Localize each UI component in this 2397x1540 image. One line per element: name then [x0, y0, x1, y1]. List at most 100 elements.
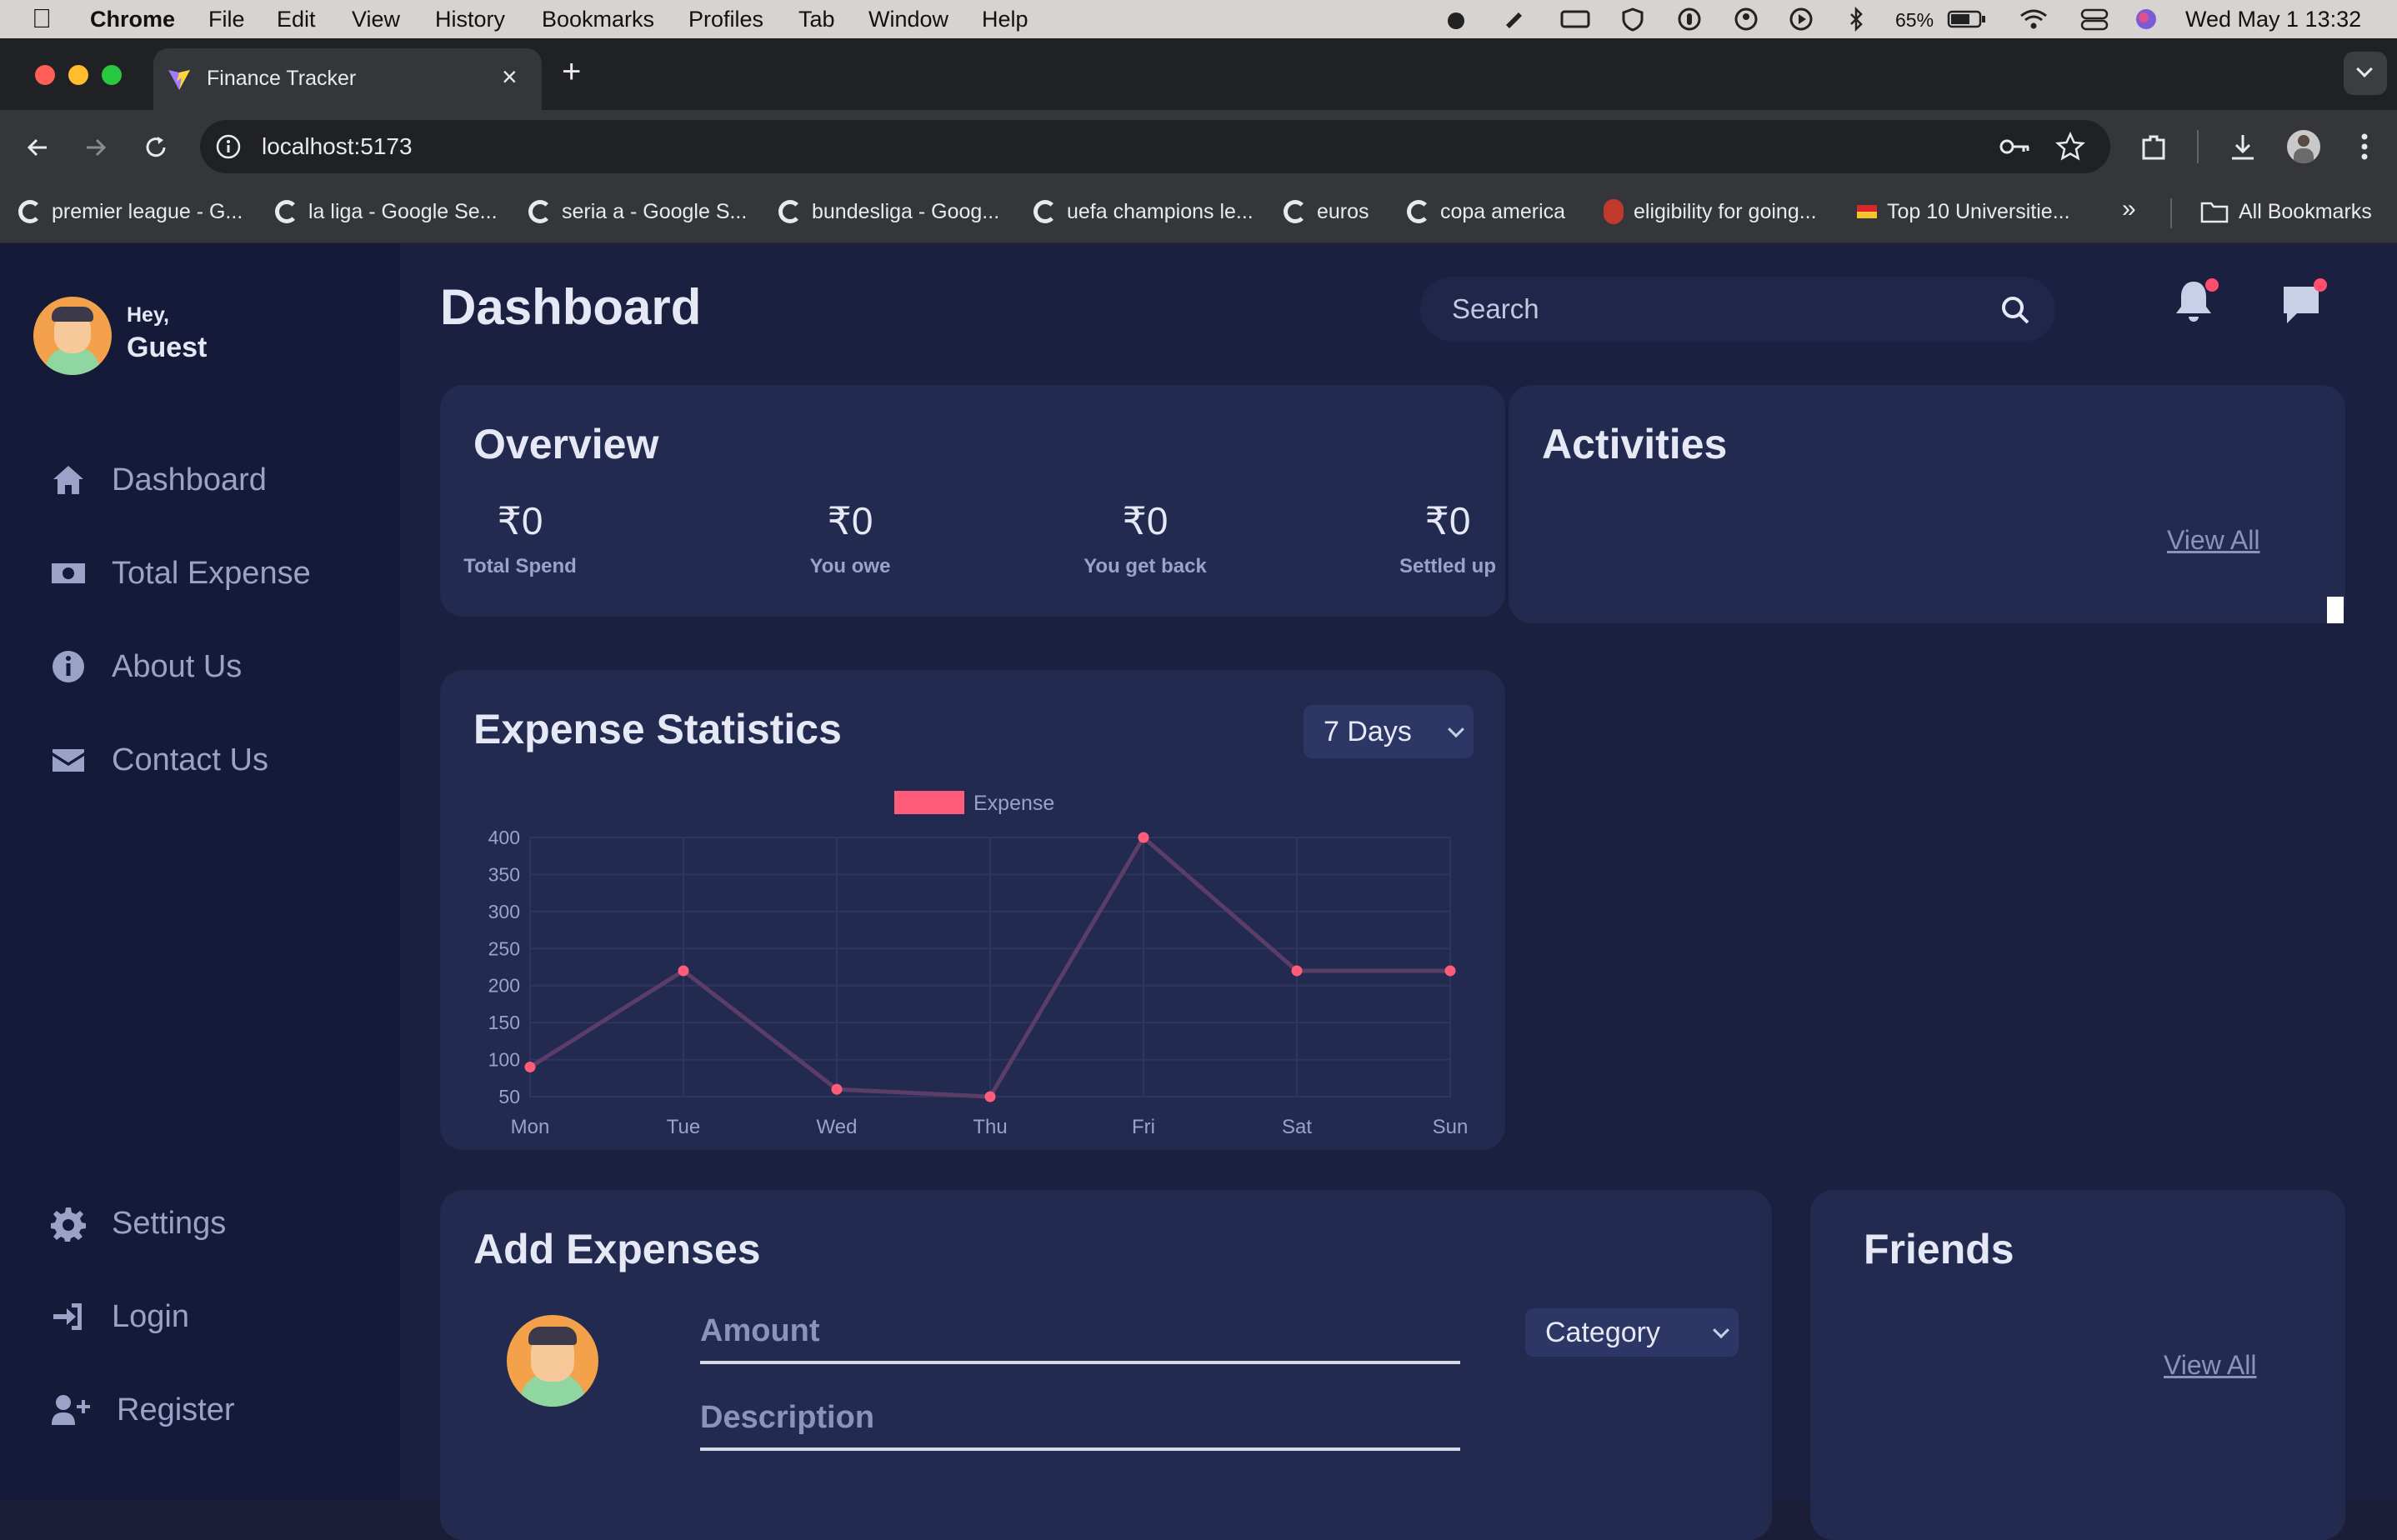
- sidebar-item-about-us[interactable]: About Us: [50, 648, 242, 685]
- notification-button[interactable]: [2172, 278, 2219, 328]
- amount-field[interactable]: Amount: [700, 1313, 1460, 1364]
- menu-bookmarks[interactable]: Bookmarks: [542, 7, 654, 32]
- menu-history[interactable]: History: [435, 7, 505, 32]
- siri-icon[interactable]: [2134, 7, 2159, 32]
- menu-app-name[interactable]: Chrome: [90, 7, 175, 32]
- google-icon: [528, 200, 552, 223]
- stat-label: You get back: [1083, 555, 1207, 578]
- download-icon[interactable]: [2227, 132, 2259, 163]
- envelope-icon: [53, 749, 84, 772]
- stat-value: ₹0: [497, 499, 543, 542]
- friends-title: Friends: [1864, 1226, 2014, 1272]
- battery-icon[interactable]: [1947, 7, 1987, 32]
- overview-title: Overview: [473, 421, 659, 468]
- sidebar-item-contact-us[interactable]: Contact Us: [50, 742, 268, 778]
- search-icon[interactable]: [2000, 295, 2030, 325]
- bookmark-star-icon[interactable]: [2055, 132, 2085, 162]
- bluetooth-icon[interactable]: [1844, 7, 1869, 32]
- menu-edit[interactable]: Edit: [277, 7, 316, 32]
- google-icon: [1284, 200, 1307, 223]
- macos-menu-bar:  Chrome File Edit View History Bookmark…: [0, 0, 2397, 38]
- friends-view-all-link[interactable]: View All: [2164, 1350, 2256, 1381]
- overview-card: Overview ₹0 Total Spend ₹0 You owe ₹0 Yo…: [440, 385, 1505, 617]
- window-minimize-button[interactable]: [68, 65, 88, 85]
- tab-close-icon[interactable]: ×: [502, 62, 518, 92]
- scroll-indicator[interactable]: [2327, 597, 2344, 623]
- search-input[interactable]: Search: [1452, 293, 1539, 325]
- menu-view[interactable]: View: [352, 7, 400, 32]
- bookmark-item[interactable]: la liga - Google Se...: [275, 195, 498, 228]
- profile-avatar[interactable]: [2287, 130, 2320, 163]
- chevron-down-icon: [1713, 1322, 1729, 1339]
- x-tick-label: Mon: [511, 1116, 550, 1138]
- bookmark-item[interactable]: eligibility for going...: [1604, 195, 1817, 228]
- description-placeholder: Description: [700, 1400, 875, 1435]
- messages-button[interactable]: [2279, 278, 2327, 328]
- back-arrow-icon[interactable]: [23, 133, 52, 162]
- add-expenses-title: Add Expenses: [473, 1226, 761, 1272]
- reload-icon[interactable]: [142, 133, 170, 162]
- all-bookmarks-button[interactable]: All Bookmarks: [2200, 195, 2372, 228]
- legend-swatch: [894, 791, 964, 814]
- user-circle-icon[interactable]: [1734, 7, 1759, 32]
- kebab-menu-icon[interactable]: [2352, 130, 2377, 163]
- sidebar-item-dashboard[interactable]: Dashboard: [50, 462, 267, 498]
- tab-search-button[interactable]: [2344, 52, 2387, 95]
- category-select[interactable]: Category: [1525, 1308, 1739, 1357]
- new-tab-icon[interactable]: +: [562, 53, 581, 91]
- apple-icon[interactable]: : [32, 3, 52, 34]
- google-icon: [1407, 200, 1430, 223]
- key-icon[interactable]: [1999, 133, 2032, 160]
- sidebar-item-register[interactable]: Register: [50, 1392, 235, 1428]
- y-tick-label: 100: [488, 1049, 520, 1071]
- browser-tab-strip: Finance Tracker × +: [0, 38, 2397, 110]
- x-tick-label: Tue: [667, 1116, 700, 1138]
- control-center-icon[interactable]: [2080, 7, 2109, 32]
- bookmark-item[interactable]: seria a - Google S...: [528, 195, 747, 228]
- bookmark-item[interactable]: euros: [1284, 195, 1369, 228]
- chart-legend[interactable]: Expense: [894, 791, 1054, 815]
- info-icon: [53, 651, 84, 682]
- menu-file[interactable]: File: [208, 7, 245, 32]
- folder-icon: [2200, 202, 2229, 223]
- sidebar-item-login[interactable]: Login: [50, 1298, 189, 1335]
- bookmark-item[interactable]: bundesliga - Goog...: [778, 195, 999, 228]
- user-avatar[interactable]: [33, 297, 112, 375]
- forward-arrow-icon[interactable]: [82, 133, 110, 162]
- play-icon[interactable]: [1789, 7, 1814, 32]
- toolbar-divider: [2197, 130, 2199, 163]
- site-info-icon[interactable]: [215, 133, 242, 160]
- menu-help[interactable]: Help: [982, 7, 1028, 32]
- activities-view-all-link[interactable]: View All: [2167, 525, 2259, 556]
- tab-finance-tracker[interactable]: Finance Tracker ×: [153, 48, 542, 110]
- address-bar[interactable]: localhost:5173: [200, 120, 2110, 173]
- bookmark-item[interactable]: uefa champions le...: [1033, 195, 1254, 228]
- status-grid-icon[interactable]: [1560, 7, 1590, 32]
- shield-icon[interactable]: [1620, 7, 1645, 32]
- wifi-icon[interactable]: [2019, 7, 2049, 32]
- status-app-icon[interactable]: [1444, 7, 1469, 32]
- status-tool-icon[interactable]: [1502, 7, 1527, 32]
- description-field[interactable]: Description: [700, 1400, 1460, 1451]
- sidebar: Hey, Guest Dashboard Total Expense About…: [0, 243, 400, 1500]
- bookmark-item[interactable]: premier league - G...: [18, 195, 243, 228]
- gear-icon: [51, 1208, 86, 1242]
- status-circle-icon[interactable]: [1677, 7, 1702, 32]
- menu-window[interactable]: Window: [868, 7, 948, 32]
- google-icon: [18, 200, 42, 223]
- data-point: [1138, 832, 1149, 843]
- bookmark-item[interactable]: Top 10 Universitie...: [1857, 195, 2070, 228]
- bookmarks-overflow-icon[interactable]: »: [2122, 195, 2136, 223]
- stat-value: ₹0: [1122, 499, 1168, 542]
- sidebar-item-total-expense[interactable]: Total Expense: [50, 555, 311, 592]
- sidebar-item-settings[interactable]: Settings: [50, 1205, 226, 1242]
- window-zoom-button[interactable]: [102, 65, 122, 85]
- menu-profiles[interactable]: Profiles: [688, 7, 763, 32]
- bookmark-item[interactable]: copa america: [1407, 195, 1565, 228]
- add-user-icon: [52, 1395, 90, 1425]
- money-icon: [52, 563, 85, 583]
- tab-title: Finance Tracker: [207, 67, 357, 90]
- window-close-button[interactable]: [35, 65, 55, 85]
- extensions-icon[interactable]: [2139, 132, 2170, 163]
- menu-tab[interactable]: Tab: [798, 7, 835, 32]
